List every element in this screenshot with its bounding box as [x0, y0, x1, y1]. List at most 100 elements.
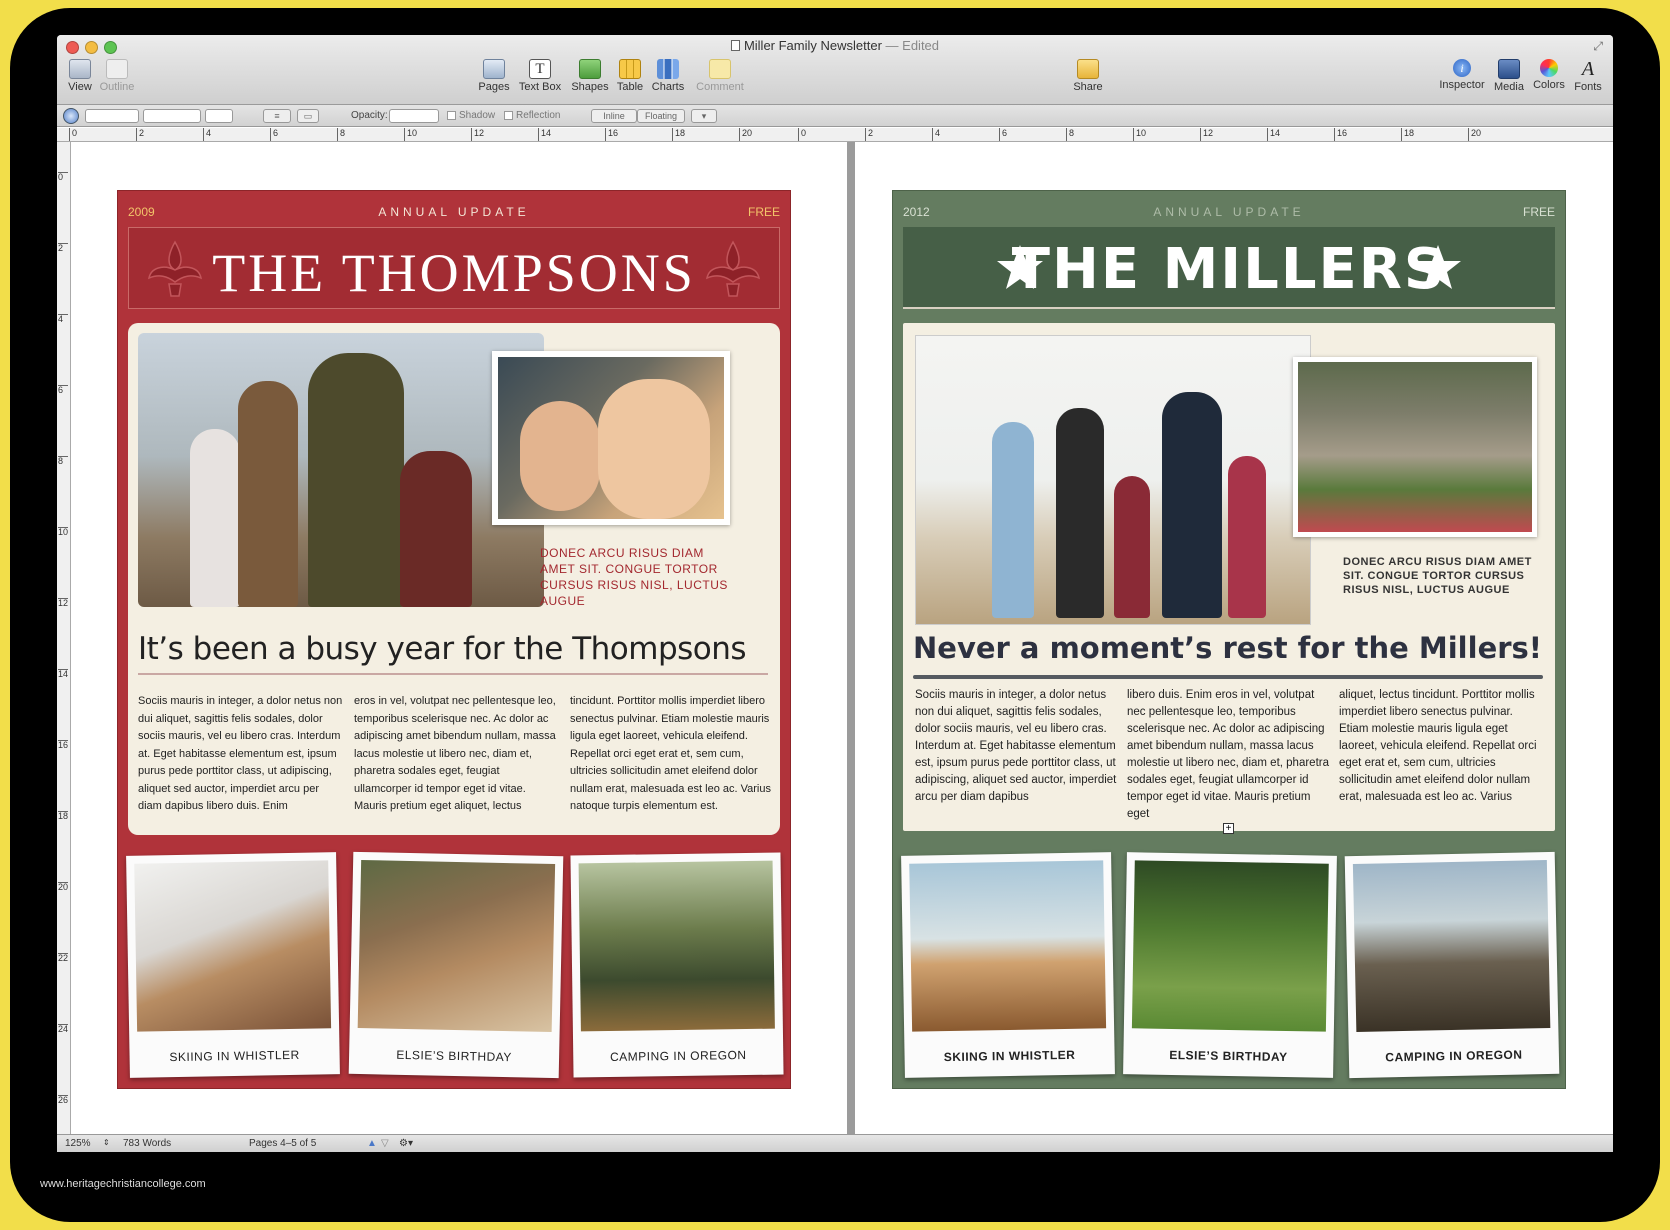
align-button[interactable]: ▭ [297, 109, 319, 123]
ruler-tick-label: 20 [58, 882, 69, 892]
person-silhouette [400, 451, 472, 607]
inline-button[interactable]: Inline [591, 109, 637, 123]
wrap-button[interactable]: ≡ [263, 109, 291, 123]
stroke-size-field[interactable] [205, 109, 233, 123]
document-icon [730, 40, 740, 51]
ruler-tick-label: 12 [1200, 128, 1213, 141]
annual-update: ANNUAL UPDATE [378, 205, 530, 219]
body-column-2[interactable]: eros in vel, volutpat nec pellentesque l… [354, 693, 560, 816]
view-button[interactable]: View [65, 59, 95, 93]
fullscreen-icon[interactable]: ⤢ [1593, 39, 1603, 54]
person-silhouette [1162, 392, 1222, 618]
ruler-tick-label: 24 [58, 1024, 69, 1034]
page-count: Pages 4–5 of 5 [249, 1138, 317, 1149]
polaroid-label: SKIING IN WHISTLER [169, 1047, 300, 1065]
stroke-style-popup[interactable] [85, 109, 139, 123]
person-silhouette [308, 353, 404, 607]
masthead: THE MILLERS [903, 227, 1555, 309]
mother-daughter-photo[interactable] [492, 351, 730, 525]
polaroid-label: CAMPING IN OREGON [609, 1048, 747, 1064]
ruler-tick-label: 6 [270, 128, 278, 141]
cottage-photo[interactable] [1293, 357, 1537, 537]
body-column-3[interactable]: aliquet, lectus tincidunt. Porttitor mol… [1339, 687, 1541, 806]
body-column-1[interactable]: Sociis mauris in integer, a dolor netus … [138, 693, 344, 816]
text-cursor-icon: + [1223, 823, 1234, 834]
ruler-tick-label: 18 [1401, 128, 1414, 141]
pages-button[interactable]: Pages [476, 59, 512, 93]
page-down-icon[interactable]: ▽ [381, 1138, 389, 1149]
reflection-checkbox[interactable] [504, 111, 513, 120]
family-beach-photo[interactable] [138, 333, 544, 607]
ruler-tick-label: 10 [404, 128, 417, 141]
document-name: Miller Family Newsletter [743, 38, 882, 53]
shadow-checkbox[interactable] [447, 111, 456, 120]
page-up-icon[interactable]: ▲ [367, 1138, 377, 1149]
word-count: 783 Words [123, 1138, 172, 1149]
table-button[interactable]: Table [614, 59, 646, 93]
share-button[interactable]: Share [1069, 59, 1107, 93]
vertical-ruler[interactable]: 0 2 4 6 8 10 12 14 16 18 20 22 24 26 [57, 142, 71, 1134]
edited-status: — Edited [885, 38, 940, 53]
pages-label: Pages [478, 81, 510, 93]
inspector-label: Inspector [1439, 79, 1485, 91]
zoom-popup[interactable]: 125% [65, 1138, 91, 1149]
media-button[interactable]: Media [1491, 59, 1527, 93]
star-right-icon [1415, 245, 1461, 289]
polaroid-skiing[interactable]: SKIING IN WHISTLER [126, 852, 340, 1078]
polaroid-skiing[interactable]: SKIING IN WHISTLER [901, 852, 1115, 1078]
polaroid-camping[interactable]: CAMPING IN OREGON [570, 852, 784, 1078]
text-box-button[interactable]: T Text Box [517, 59, 563, 93]
colors-button[interactable]: Colors [1531, 59, 1567, 91]
opacity-field[interactable] [389, 109, 439, 123]
polaroid-camping[interactable]: CAMPING IN OREGON [1344, 851, 1560, 1079]
text-box-label: Text Box [518, 81, 562, 93]
comment-button[interactable]: Comment [694, 59, 746, 93]
status-bar: 125% ⇕ 783 Words Pages 4–5 of 5 ▲ ▽ ⚙▾ [57, 1134, 1613, 1152]
zoom-stepper-icon[interactable]: ⇕ [103, 1138, 110, 1147]
body-column-2[interactable]: libero duis. Enim eros in vel, volutpat … [1127, 687, 1329, 823]
fonts-button[interactable]: A Fonts [1571, 59, 1605, 93]
charts-button[interactable]: Charts [650, 59, 686, 93]
watermark: www.heritagechristiancollege.com [40, 1178, 206, 1190]
ruler-tick-label: 22 [58, 953, 69, 963]
polaroid-label: ELSIE’S BIRTHDAY [1169, 1047, 1288, 1065]
millers-newsletter[interactable]: 2012 ANNUAL UPDATE FREE THE MILLERS DONE… [892, 190, 1566, 1089]
opacity-label: Opacity: [351, 110, 388, 121]
garden-run-photo [1131, 860, 1329, 1032]
share-label: Share [1073, 81, 1103, 93]
ruler-tick-label: 0 [69, 128, 77, 141]
shapes-button[interactable]: Shapes [570, 59, 610, 93]
ruler-tick-label: 20 [1468, 128, 1481, 141]
stroke-width-popup[interactable] [143, 109, 201, 123]
woman-face [598, 379, 710, 519]
shadow-label: Shadow [459, 110, 496, 121]
polaroid-label: ELSIE’S BIRTHDAY [396, 1047, 513, 1065]
ruler-tick-label: 20 [739, 128, 752, 141]
polaroid-birthday[interactable]: ELSIE’S BIRTHDAY [1123, 852, 1337, 1078]
floating-button[interactable]: Floating [637, 109, 685, 123]
birthday-photo [357, 859, 556, 1033]
family-walking-photo[interactable] [915, 335, 1311, 625]
gear-icon[interactable]: ⚙▾ [399, 1138, 413, 1149]
stroke-color-well[interactable] [63, 108, 79, 124]
colors-icon [1540, 59, 1558, 77]
body-column-1[interactable]: Sociis mauris in integer, a dolor netus … [915, 687, 1117, 806]
outline-icon [106, 59, 128, 79]
arrange-popup[interactable]: ▾ [691, 109, 717, 123]
thompsons-newsletter[interactable]: 2009 ANNUAL UPDATE FREE THE THOMPSONS DO… [117, 190, 791, 1089]
colors-label: Colors [1533, 79, 1565, 91]
ruler-tick-label: 6 [58, 385, 68, 395]
ruler-tick-label: 26 [58, 1095, 69, 1105]
body-column-3[interactable]: tincidunt. Porttitor mollis imperdiet li… [570, 693, 776, 816]
outline-button[interactable]: Outline [97, 59, 137, 93]
ruler-tick-label: 14 [1267, 128, 1280, 141]
inspector-button[interactable]: i Inspector [1437, 59, 1487, 91]
person-silhouette [992, 422, 1034, 618]
pages-icon [483, 59, 505, 79]
polaroid-birthday[interactable]: ELSIE’S BIRTHDAY [348, 851, 564, 1079]
view-label: View [68, 81, 92, 93]
horizontal-ruler[interactable]: 0 2 4 6 8 10 12 14 16 18 20 0 2 4 6 8 10 12 14 16 18 20 [57, 128, 1613, 142]
ruler-tick-label: 10 [58, 527, 69, 537]
fonts-label: Fonts [1574, 81, 1602, 93]
charts-label: Charts [651, 81, 685, 93]
